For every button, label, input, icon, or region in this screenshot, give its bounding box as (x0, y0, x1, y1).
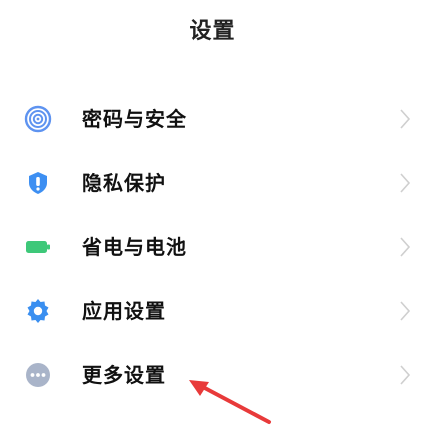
page-title: 设置 (189, 19, 236, 44)
privacy-shield-icon (29, 172, 47, 194)
chevron-right-icon (400, 301, 411, 321)
chevron-right-icon (400, 237, 411, 257)
red-arrow-icon (189, 380, 271, 424)
chevron-right-icon (400, 365, 411, 385)
chevron-right-icon (400, 109, 411, 129)
chevron-right-icon (400, 173, 411, 193)
more-icon (26, 363, 50, 387)
gear-icon (27, 299, 49, 323)
settings-item-label: 省电与电池 (82, 235, 187, 259)
battery-icon (26, 241, 50, 253)
settings-list: 密码与安全 隐私保护 省电与电池 应用设置 更多设置 (0, 88, 425, 408)
settings-screen: 设置 密码与安全 隐私保护 省电与电池 应用设置 更多设置 (0, 0, 425, 444)
settings-item-label: 密码与安全 (82, 107, 187, 131)
settings-item-privacy[interactable]: 隐私保护 (0, 152, 425, 216)
settings-item-battery[interactable]: 省电与电池 (0, 216, 425, 280)
settings-item-label: 应用设置 (82, 299, 166, 323)
fingerprint-icon (24, 105, 52, 133)
settings-item-app-settings[interactable]: 应用设置 (0, 280, 425, 344)
settings-item-label: 隐私保护 (82, 171, 166, 195)
settings-item-label: 更多设置 (82, 363, 166, 387)
settings-item-password-security[interactable]: 密码与安全 (0, 88, 425, 152)
